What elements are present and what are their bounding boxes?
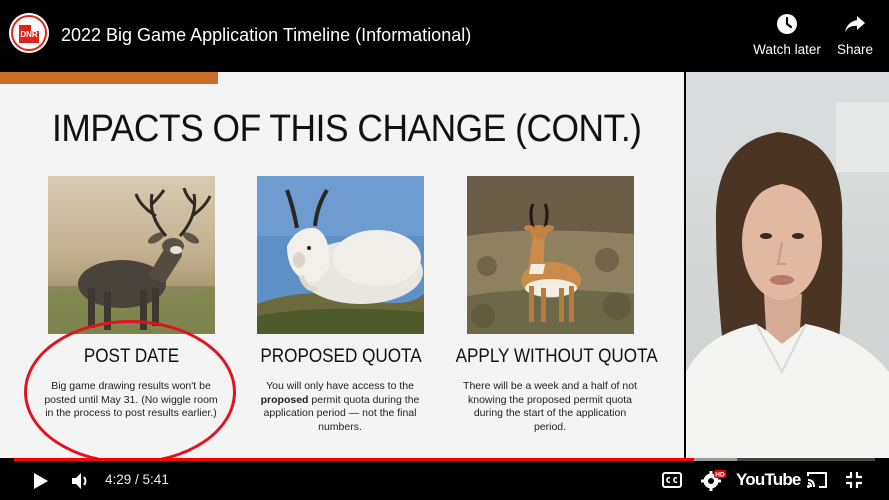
video-player[interactable]: IMPACTS OF THIS CHANGE (CONT.) POST DATE… xyxy=(0,0,889,500)
fullscreen-exit-icon xyxy=(846,472,862,488)
card-text-apply-without-quota: There will be a week and a half of not k… xyxy=(463,380,637,433)
cast-button[interactable] xyxy=(806,471,828,494)
video-title[interactable]: 2022 Big Game Application Timeline (Info… xyxy=(61,25,471,46)
progress-bar[interactable] xyxy=(14,458,875,461)
presenter-webcam xyxy=(686,72,889,460)
share-label: Share xyxy=(836,42,874,57)
slide-accent-bar xyxy=(0,72,218,84)
card-text-part: You will only have access to the xyxy=(266,380,414,392)
mountain-goat-photo xyxy=(257,176,424,334)
dnr-logo-icon: DNR xyxy=(9,13,49,53)
time-separator: / xyxy=(131,472,143,487)
gear-icon: HD xyxy=(701,470,726,491)
volume-icon xyxy=(72,473,87,489)
card-heading-proposed-quota: PROPOSED QUOTA xyxy=(260,346,422,367)
presentation-slide: IMPACTS OF THIS CHANGE (CONT.) POST DATE… xyxy=(0,72,684,464)
mute-button[interactable] xyxy=(70,471,92,496)
duration: 5:41 xyxy=(142,472,169,487)
watch-later-button[interactable]: Watch later xyxy=(749,12,825,57)
card-text-proposed-quota: You will only have access to the propose… xyxy=(254,380,426,434)
share-arrow-icon xyxy=(845,16,865,32)
top-overlay-bar: DNR 2022 Big Game Application Timeline (… xyxy=(0,0,889,72)
channel-logo[interactable]: DNR xyxy=(9,13,49,53)
share-button[interactable]: Share xyxy=(817,12,889,57)
presenter-figure xyxy=(686,72,889,460)
current-time: 4:29 xyxy=(105,472,132,487)
card-heading-apply-without-quota: APPLY WITHOUT QUOTA xyxy=(455,346,658,367)
time-display: 4:29 / 5:41 xyxy=(105,472,169,487)
play-button[interactable] xyxy=(30,471,50,496)
card-text-bold: proposed xyxy=(260,393,309,406)
card-text-post-date: Big game drawing results won't be posted… xyxy=(44,380,218,419)
card-heading-post-date: POST DATE xyxy=(83,346,180,367)
settings-button[interactable]: HD xyxy=(700,469,726,496)
pronghorn-photo xyxy=(467,176,634,334)
watch-later-label: Watch later xyxy=(753,42,821,57)
fullscreen-button[interactable] xyxy=(845,471,863,494)
player-controls: 4:29 / 5:41 HD YouTube xyxy=(0,458,889,500)
progress-played xyxy=(14,458,695,461)
youtube-wordmark: YouTube xyxy=(736,470,801,489)
cast-icon xyxy=(807,472,827,488)
hd-badge: HD xyxy=(715,472,725,479)
play-icon xyxy=(34,473,48,489)
svg-text:DNR: DNR xyxy=(20,30,38,39)
slide-title: IMPACTS OF THIS CHANGE (CONT.) xyxy=(52,108,642,150)
clock-icon xyxy=(777,14,797,34)
cc-icon xyxy=(662,472,682,488)
mule-deer-photo xyxy=(48,176,215,334)
captions-button[interactable] xyxy=(662,472,682,493)
